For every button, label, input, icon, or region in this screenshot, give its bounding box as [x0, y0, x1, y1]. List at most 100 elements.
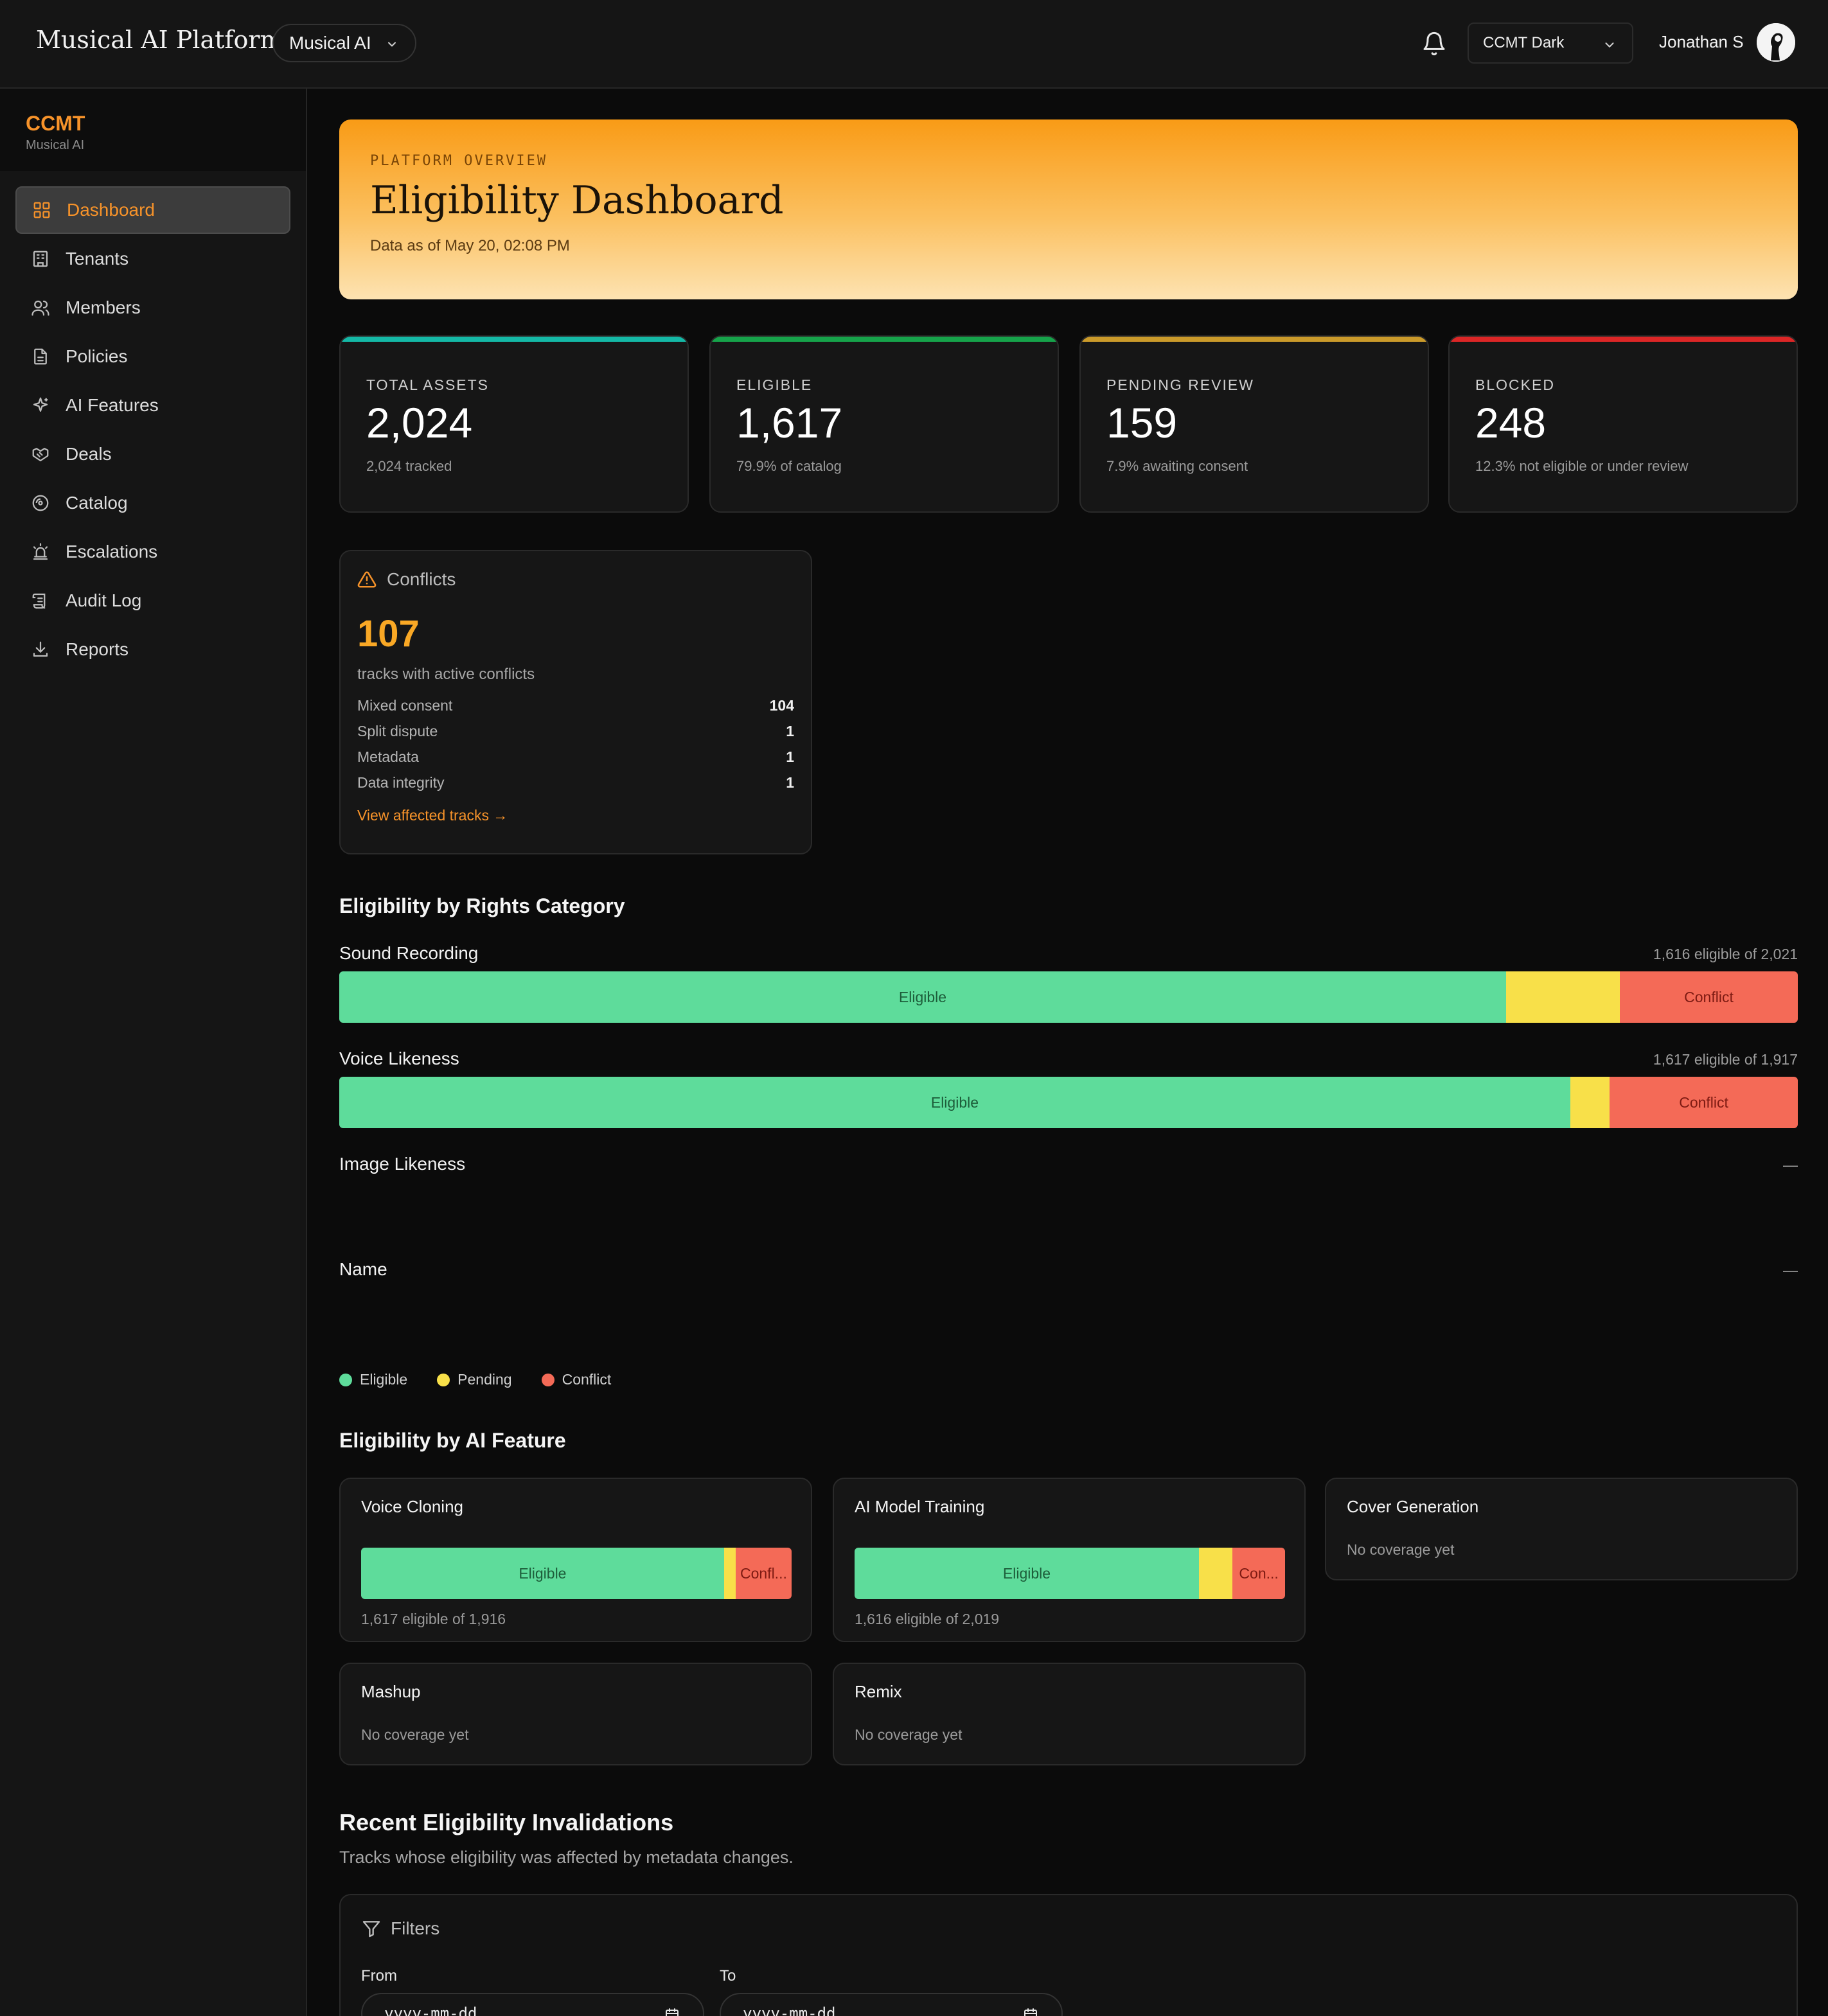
sidebar-item-label: Deals — [66, 444, 112, 464]
from-date-input[interactable]: yyyy-mm-dd — [361, 1993, 704, 2016]
sidebar-item-ai-features[interactable]: AI Features — [15, 382, 290, 429]
data-timestamp: Data as of May 20, 02:08 PM — [370, 237, 570, 254]
sidebar-item-reports[interactable]: Reports — [15, 626, 290, 673]
user-name[interactable]: Jonathan S — [1659, 32, 1744, 52]
conflicts-card: Conflicts 107 tracks with active conflic… — [339, 550, 812, 854]
segment-eligible[interactable]: Eligible — [855, 1548, 1199, 1599]
legend-item-eligible: Eligible — [339, 1371, 407, 1388]
feature-name: Mashup — [361, 1682, 421, 1701]
conflicts-count: 107 — [357, 613, 420, 655]
feature-card-cover-generation[interactable]: Cover Generation No coverage yet — [1325, 1478, 1798, 1580]
sidebar-header: CCMT Musical AI — [0, 89, 306, 171]
segment-pending[interactable] — [1570, 1077, 1610, 1128]
sidebar-nav: Dashboard Tenants Members Policies AI Fe… — [0, 171, 306, 673]
hero-eyebrow: PLATFORM OVERVIEW — [370, 153, 548, 169]
sidebar-item-escalations[interactable]: Escalations — [15, 528, 290, 576]
conflicts-header: Conflicts — [357, 569, 794, 590]
feature-card-voice-cloning[interactable]: Voice Cloning Eligible Confl... 1,617 el… — [339, 1478, 812, 1642]
legend-dot — [541, 1373, 555, 1386]
segment-conflict[interactable]: Con... — [1232, 1548, 1285, 1599]
segment-conflict[interactable]: Conflict — [1610, 1077, 1798, 1128]
rights-row-image-likeness: Image Likeness — — [339, 1154, 1798, 1186]
sidebar-item-catalog[interactable]: Catalog — [15, 479, 290, 527]
sidebar-item-deals[interactable]: Deals — [15, 430, 290, 478]
to-date-input[interactable]: yyyy-mm-dd — [720, 1993, 1063, 2016]
feature-count: 1,616 eligible of 2,019 — [855, 1611, 1000, 1627]
conflicts-subtitle: tracks with active conflicts — [357, 666, 535, 683]
segment-eligible[interactable]: Eligible — [361, 1548, 724, 1599]
org-select[interactable]: Musical AI — [272, 24, 416, 62]
sidebar-item-policies[interactable]: Policies — [15, 333, 290, 380]
sidebar-item-members[interactable]: Members — [15, 284, 290, 332]
eligibility-stacked-bar: Eligible Conflict — [339, 1077, 1798, 1128]
conflict-value: 1 — [786, 774, 794, 791]
to-date-placeholder: yyyy-mm-dd — [743, 2004, 836, 2016]
sidebar: CCMT Musical AI Dashboard Tenants Member… — [0, 89, 307, 2016]
brand-title: Musical AI Platform — [36, 26, 283, 54]
sidebar-item-dashboard[interactable]: Dashboard — [15, 186, 290, 234]
conflict-label: Mixed consent — [357, 696, 453, 714]
segment-conflict[interactable]: Conflict — [1620, 971, 1798, 1023]
sidebar-item-label: AI Features — [66, 395, 159, 415]
stat-cards: TOTAL ASSETS 2,024 2,024 tracked ELIGIBL… — [339, 335, 1798, 513]
filters-header: Filters — [361, 1918, 1776, 1939]
stat-accent-bar — [1081, 337, 1428, 342]
feature-empty-state: No coverage yet — [361, 1726, 469, 1743]
stat-sub: 12.3% not eligible or under review — [1475, 458, 1689, 474]
bell-icon[interactable] — [1421, 31, 1447, 57]
users-icon — [31, 300, 49, 316]
hero-banner: PLATFORM OVERVIEW Eligibility Dashboard … — [339, 119, 1798, 299]
top-bar: Musical AI Platform Musical AI CCMT Dark… — [0, 0, 1828, 89]
page-title: Eligibility Dashboard — [370, 178, 784, 223]
segment-eligible[interactable]: Eligible — [339, 1077, 1570, 1128]
handshake-icon — [32, 448, 49, 462]
to-label: To — [720, 1967, 736, 1985]
eligibility-stacked-bar: Eligible Confl... — [361, 1548, 792, 1599]
building-icon — [33, 251, 48, 267]
segment-pending[interactable] — [1199, 1548, 1233, 1599]
stat-accent-bar — [341, 337, 688, 342]
conflict-breakdown: Mixed consent 104 Split dispute 1 Metadata… — [357, 693, 794, 795]
view-affected-tracks-link[interactable]: View affected tracks → — [357, 807, 508, 824]
feature-card-remix[interactable]: Remix No coverage yet — [833, 1663, 1306, 1765]
rights-count: 1,616 eligible of 2,021 — [1653, 946, 1798, 962]
sidebar-item-label: Policies — [66, 346, 128, 366]
conflict-label: Data integrity — [357, 774, 445, 791]
rights-row-voice-likeness: Voice Likeness 1,617 eligible of 1,917 E… — [339, 1048, 1798, 1132]
feature-card-mashup[interactable]: Mashup No coverage yet — [339, 1663, 812, 1765]
rights-count: — — [1783, 1156, 1798, 1173]
sidebar-subtitle: Musical AI — [26, 138, 85, 152]
sidebar-item-label: Escalations — [66, 542, 158, 561]
conflicts-title: Conflicts — [387, 569, 456, 589]
segment-conflict[interactable]: Confl... — [735, 1548, 792, 1599]
calendar-icon[interactable] — [1023, 2007, 1038, 2016]
calendar-icon[interactable] — [664, 2007, 680, 2016]
segment-pending[interactable] — [723, 1548, 736, 1599]
org-select-value: Musical AI — [289, 33, 371, 53]
rights-name: Name — [339, 1259, 387, 1279]
segment-eligible[interactable]: Eligible — [339, 971, 1506, 1023]
theme-select[interactable]: CCMT Dark — [1468, 22, 1633, 64]
rights-name: Image Likeness — [339, 1154, 466, 1174]
sidebar-item-audit-log[interactable]: Audit Log — [15, 577, 290, 624]
feature-card-ai-model-training[interactable]: AI Model Training Eligible Con... 1,616 … — [833, 1478, 1306, 1642]
legend-label: Eligible — [360, 1371, 408, 1388]
file-text-icon — [34, 348, 47, 365]
stat-value: 1,617 — [736, 399, 843, 447]
conflict-row-mixed-consent: Mixed consent 104 — [357, 693, 794, 718]
conflict-label: Split dispute — [357, 722, 438, 739]
stat-label: PENDING REVIEW — [1106, 376, 1254, 393]
sidebar-item-tenants[interactable]: Tenants — [15, 235, 290, 283]
rights-name: Voice Likeness — [339, 1048, 459, 1068]
avatar[interactable] — [1757, 23, 1795, 62]
stat-card-eligible: ELIGIBLE 1,617 79.9% of catalog — [709, 335, 1059, 513]
segment-pending[interactable] — [1506, 971, 1620, 1023]
stat-label: ELIGIBLE — [736, 376, 813, 393]
scroll-icon — [32, 593, 46, 609]
grid-icon — [33, 202, 50, 218]
rights-count: 1,617 eligible of 1,917 — [1653, 1051, 1798, 1068]
user-avatar-icon — [1757, 23, 1795, 62]
from-label: From — [361, 1967, 397, 1985]
chevron-down-icon — [388, 42, 396, 47]
chart-legend: Eligible Pending Conflict — [339, 1371, 641, 1388]
